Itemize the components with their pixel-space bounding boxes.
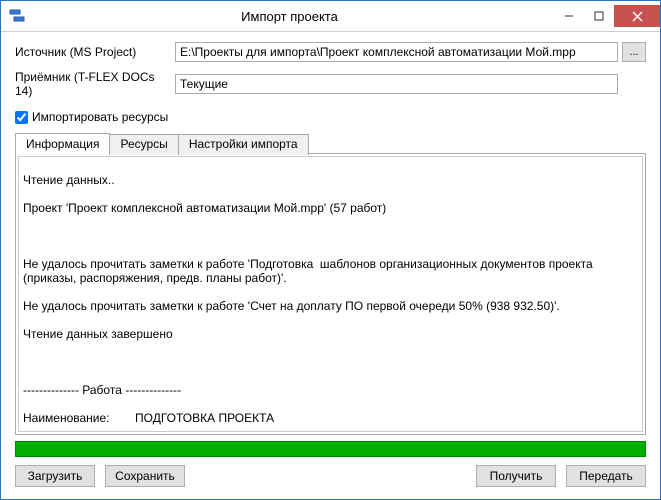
source-label: Источник (MS Project) [15,45,175,59]
get-button[interactable]: Получить [476,465,556,487]
log-line: Не удалось прочитать заметки к работе 'П… [23,257,638,285]
log-line: Не удалось прочитать заметки к работе 'С… [23,299,638,313]
tabpane-information: Чтение данных.. Проект 'Проект комплексн… [15,153,646,435]
target-label: Приёмник (T-FLEX DOCs 14) [15,70,175,98]
log-line [23,229,638,243]
button-bar: Загрузить Сохранить Получить Передать [15,465,646,487]
close-button[interactable] [614,5,660,27]
progress-bar [15,441,646,457]
import-resources-checkbox[interactable] [15,111,28,124]
maximize-button[interactable] [584,5,614,27]
import-resources-row[interactable]: Импортировать ресурсы [15,110,646,124]
tab-import-settings[interactable]: Настройки импорта [178,134,309,155]
target-row: Приёмник (T-FLEX DOCs 14) [15,70,646,98]
tabstrip: Информация Ресурсы Настройки импорта [15,133,646,154]
tab-resources[interactable]: Ресурсы [109,134,178,155]
import-project-window: Импорт проекта Источник (MS Project) ...… [0,0,661,500]
load-button[interactable]: Загрузить [15,465,95,487]
source-input[interactable] [175,42,618,62]
target-input[interactable] [175,74,618,94]
send-button[interactable]: Передать [566,465,646,487]
source-row: Источник (MS Project) ... [15,42,646,62]
import-log[interactable]: Чтение данных.. Проект 'Проект комплексн… [18,156,643,432]
log-line: Чтение данных.. [23,173,638,187]
minimize-button[interactable] [554,5,584,27]
import-resources-label: Импортировать ресурсы [32,110,168,124]
log-line: Проект 'Проект комплексной автоматизации… [23,201,638,215]
browse-button[interactable]: ... [622,42,646,62]
app-icon [9,8,25,24]
window-title: Импорт проекта [25,9,554,24]
content-area: Источник (MS Project) ... Приёмник (T-FL… [1,32,660,499]
log-separator: -------------- Работа -------------- [23,383,638,397]
log-line: Чтение данных завершено [23,327,638,341]
window-controls [554,5,660,27]
save-button[interactable]: Сохранить [105,465,185,487]
tab-information[interactable]: Информация [15,133,110,154]
log-line [23,355,638,369]
titlebar: Импорт проекта [1,1,660,32]
log-kv: Наименование:ПОДГОТОВКА ПРОЕКТА [23,411,638,425]
